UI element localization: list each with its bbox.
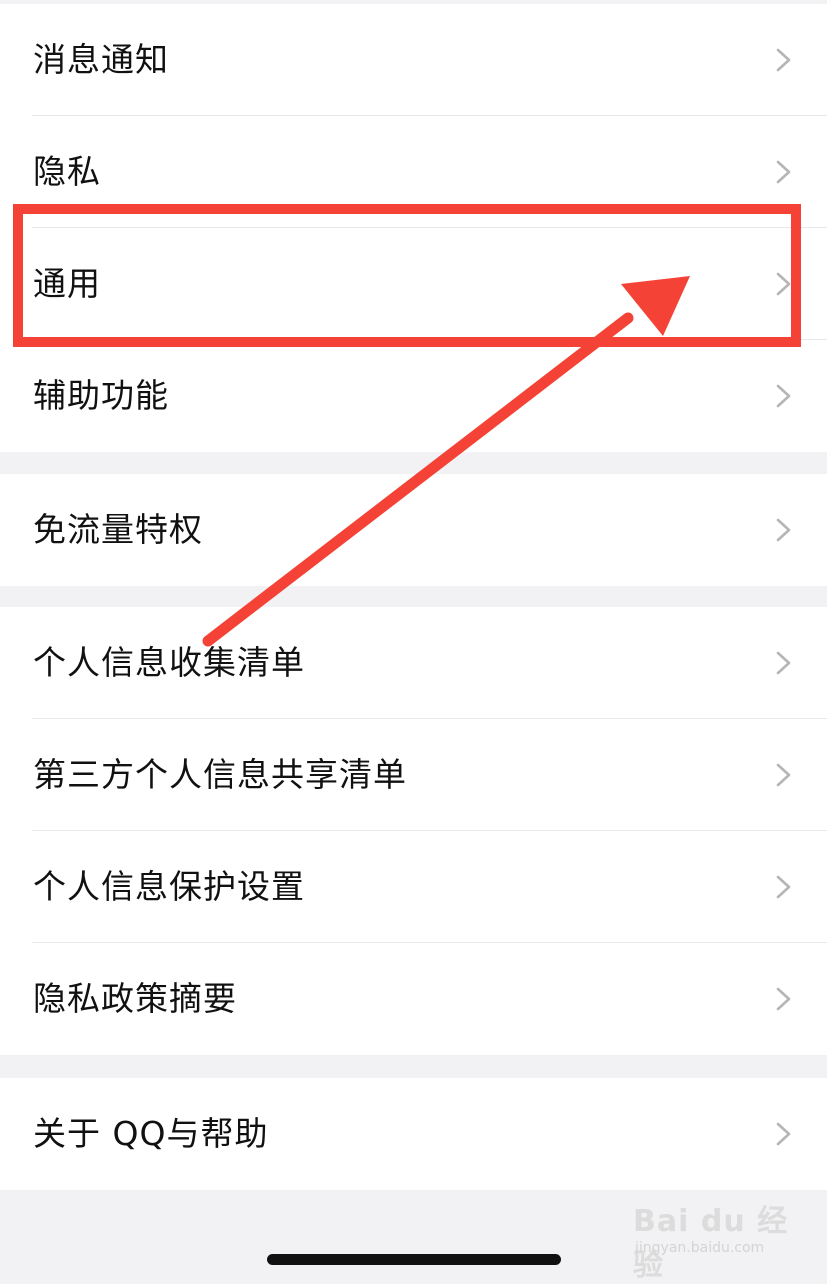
settings-row-privacy[interactable]: 隐私 [0, 116, 827, 228]
home-indicator[interactable] [267, 1254, 561, 1265]
chevron-right-icon [767, 268, 799, 300]
settings-row-about-help[interactable]: 关于 QQ与帮助 [0, 1078, 827, 1190]
baidu-jingyan-watermark: Bai du 经验 jingyan.baidu.com [633, 1196, 793, 1283]
settings-row-privacy-policy-summary[interactable]: 隐私政策摘要 [0, 943, 827, 1055]
settings-row-notifications[interactable]: 消息通知 [0, 4, 827, 116]
row-label: 关于 QQ与帮助 [33, 1114, 269, 1153]
chevron-right-icon [767, 647, 799, 679]
settings-group-about: 关于 QQ与帮助 [0, 1078, 827, 1190]
watermark-site: jingyan.baidu.com [635, 1240, 765, 1256]
chevron-right-icon [767, 983, 799, 1015]
settings-row-free-data[interactable]: 免流量特权 [0, 474, 827, 586]
chevron-right-icon [767, 871, 799, 903]
chevron-right-icon [767, 44, 799, 76]
settings-row-general[interactable]: 通用 [0, 228, 827, 340]
settings-group-data: 免流量特权 [0, 474, 827, 586]
settings-row-info-collection-list[interactable]: 个人信息收集清单 [0, 607, 827, 719]
chevron-right-icon [767, 759, 799, 791]
settings-row-info-protection[interactable]: 个人信息保护设置 [0, 831, 827, 943]
chevron-right-icon [767, 156, 799, 188]
row-label: 隐私政策摘要 [33, 979, 237, 1018]
settings-row-third-party-sharing-list[interactable]: 第三方个人信息共享清单 [0, 719, 827, 831]
row-label: 通用 [33, 264, 101, 303]
row-label: 消息通知 [33, 40, 169, 79]
row-label: 第三方个人信息共享清单 [33, 755, 407, 794]
chevron-right-icon [767, 380, 799, 412]
settings-row-accessibility[interactable]: 辅助功能 [0, 340, 827, 452]
row-label: 辅助功能 [33, 376, 169, 415]
row-label: 隐私 [33, 152, 101, 191]
row-label: 个人信息保护设置 [33, 867, 305, 906]
settings-group-personal-info: 个人信息收集清单 第三方个人信息共享清单 个人信息保护设置 隐私政策摘要 [0, 607, 827, 1055]
row-label: 个人信息收集清单 [33, 643, 305, 682]
row-label: 免流量特权 [33, 510, 203, 549]
chevron-right-icon [767, 514, 799, 546]
settings-screen: 消息通知 隐私 通用 辅助功能 免流量特权 个人信息收集清单 第三方个人信息共享… [0, 0, 827, 1283]
settings-group-general: 消息通知 隐私 通用 辅助功能 [0, 4, 827, 452]
chevron-right-icon [767, 1118, 799, 1150]
